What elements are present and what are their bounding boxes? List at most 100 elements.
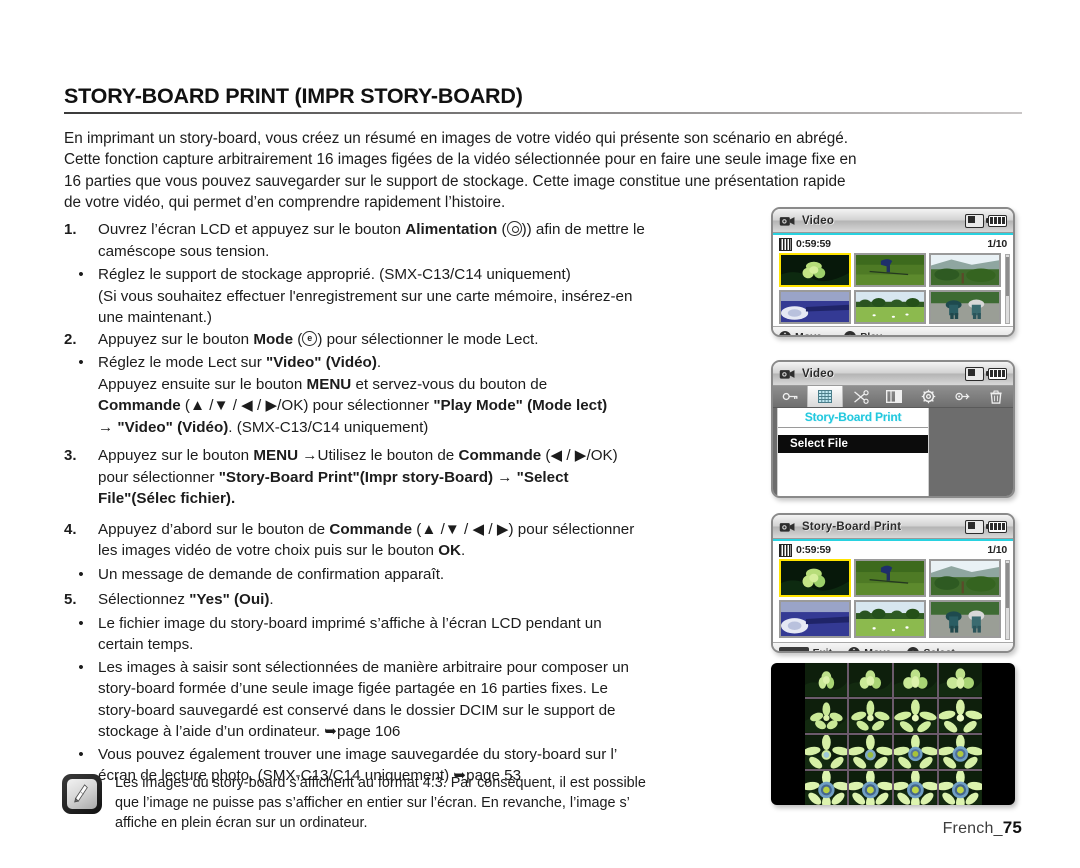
intro-line-3: 16 parties que vous pouvez sauvegarder s…: [64, 172, 846, 190]
footer-page-number: 75: [1002, 818, 1022, 837]
power-button-icon: [506, 221, 522, 236]
step-5-c: .: [269, 591, 274, 608]
thumbnail-5[interactable]: [854, 600, 926, 638]
step-1-body: Ouvrez l’écran LCD et appuyez sur le bou…: [98, 219, 770, 262]
step-1-text-a: Ouvrez l’écran LCD et appuyez sur le bou…: [98, 221, 406, 238]
story-board-cell: [849, 663, 892, 697]
story-board-grid: [804, 663, 982, 805]
step-1-text-c: caméscope sous tension.: [98, 242, 270, 260]
step-3-l2-a: pour sélectionner: [98, 468, 219, 486]
screen3-action-exit[interactable]: MENU Exit: [779, 647, 833, 653]
screen1-action-play[interactable]: Play: [844, 331, 882, 335]
mode-button-glyph-wrap: (e): [297, 330, 323, 348]
trash-icon: [990, 390, 1002, 404]
tab-cut[interactable]: [843, 386, 877, 407]
ok-button-icon: [844, 331, 857, 335]
story-board-cell: [849, 735, 892, 769]
bullet-icon: •: [78, 658, 84, 676]
step-2-sub-l1-a: Réglez le mode Lect sur: [98, 354, 266, 371]
thumbnail-5[interactable]: [854, 290, 926, 324]
thumbnail-2[interactable]: [854, 559, 926, 597]
step-4-sub-1: • Un message de demande de confirmation …: [64, 564, 770, 586]
step-5-sub-1: • Le fichier image du story-board imprim…: [64, 613, 770, 656]
step-2-sub-l2-a: Appuyez ensuite sur le bouton: [98, 375, 307, 393]
step-4-sub-1-text: Un message de demande de confirmation ap…: [98, 565, 445, 583]
tab-divide[interactable]: [877, 386, 911, 407]
step-2-sub-l3-a: Commande: [98, 397, 181, 414]
menu-button-icon: MENU: [779, 647, 809, 651]
step-4-body: Appuyez d’abord sur le bouton de Command…: [98, 519, 770, 562]
story-board-cell: [804, 699, 848, 733]
step-4-l2-a: les images vidéo de votre choix puis sur…: [98, 542, 439, 559]
step-3-number: 3.: [64, 447, 77, 464]
step-5-sub-2: • Les images à saisir sont sélectionnées…: [64, 657, 770, 743]
screen3-select-label: Select: [923, 647, 956, 653]
story-board-cell: [804, 663, 848, 697]
step-5-sub2-l3: story-board sauvegardé est conservé dans…: [98, 701, 616, 719]
screen1-scrollbar[interactable]: [1005, 254, 1010, 324]
memory-card-icon: [965, 366, 984, 381]
step-1: 1. Ouvrez l’écran LCD et appuyez sur le …: [64, 219, 770, 262]
screen1-titlebar: Video: [773, 209, 1013, 233]
thumbnail-4[interactable]: [779, 600, 851, 638]
note-line-3: affiche en plein écran sur un ordinateur…: [115, 815, 368, 832]
step-5-sub3-l1: Vous pouvez également trouver une image …: [98, 745, 618, 763]
step-4-l1-c: (▲ /▼ / ◀ / ▶) pour sélectionner: [412, 520, 635, 538]
thumbnail-2[interactable]: [854, 253, 926, 287]
screen1-counter: 1/10: [987, 238, 1007, 250]
story-board-cell: [804, 771, 848, 805]
step-3-l1-b: MENU: [253, 447, 299, 464]
tab-delete[interactable]: [979, 386, 1013, 407]
step-2: 2. Appuyez sur le bouton Mode (e) pour s…: [64, 329, 770, 351]
thumbnail-1[interactable]: [779, 559, 851, 597]
tab-storyboard-print[interactable]: [807, 386, 843, 407]
share-icon: [954, 392, 970, 401]
intro-paragraph: En imprimant un story-board, vous créez …: [64, 128, 1024, 213]
step-5-sub2-l1: Les images à saisir sont sélectionnées d…: [98, 658, 629, 676]
step-3-l1-a: Appuyez sur le bouton: [98, 447, 254, 464]
thumbnail-1[interactable]: [779, 253, 851, 287]
tab-share[interactable]: [945, 386, 979, 407]
screen3-body: 0:59:59 1/10: [773, 541, 1013, 642]
step-1-sub-line-2: (Si vous souhaitez effectuer l'enregistr…: [98, 287, 633, 305]
thumbnail-3[interactable]: [929, 559, 1001, 597]
thumbnail-6[interactable]: [929, 600, 1001, 638]
step-1-bold-power: Alimentation: [405, 221, 498, 238]
memory-card-icon: [965, 213, 984, 228]
story-board-result-image: [771, 663, 1015, 805]
screen-menu-storyboard: Video Story-Board Print Select File: [771, 360, 1015, 498]
thumbnail-3[interactable]: [929, 253, 1001, 287]
tab-settings[interactable]: [911, 386, 945, 407]
battery-icon: [985, 520, 1007, 533]
screen3-scrollbar[interactable]: [1005, 560, 1010, 640]
screen3-action-select[interactable]: Select: [907, 647, 956, 653]
thumbnail-6[interactable]: [929, 290, 1001, 324]
screen3-exit-label: Exit: [812, 647, 833, 653]
step-4-l2-c: .: [461, 542, 466, 559]
thumbnail-4[interactable]: [779, 290, 851, 324]
step-1-sub-line-3: une maintenant.): [98, 309, 212, 326]
story-board-cell: [938, 699, 982, 733]
intro-line-2: Cette fonction capture arbitrairement 16…: [64, 151, 857, 169]
battery-icon: [985, 214, 1007, 227]
step-1-sub-1: • Réglez le support de stockage appropri…: [64, 264, 770, 329]
screen3-infobar: 0:59:59 1/10: [773, 541, 1013, 558]
screen2-menu-panel: Story-Board Print Select File: [777, 408, 929, 496]
screen3-thumbnail-grid: [773, 558, 1013, 642]
menu-item-select-file[interactable]: Select File: [778, 435, 928, 453]
screen-video-thumbnails: Video 0:59:59 1/10 Move Play: [771, 207, 1015, 337]
bullet-icon: •: [78, 266, 84, 283]
tab-protect[interactable]: [773, 386, 807, 407]
screen3-action-move[interactable]: Move: [848, 647, 891, 651]
step-2-text-b: pour sélectionner le mode Lect.: [322, 330, 539, 348]
video-format-icon: [779, 543, 792, 557]
screen2-title: Video: [802, 367, 835, 380]
screen1-thumbnail-grid: [773, 252, 1013, 326]
screen1-action-move[interactable]: Move: [779, 331, 822, 335]
bullet-icon: •: [78, 614, 84, 632]
step-5: 5. Sélectionnez "Yes" (Oui).: [64, 589, 770, 611]
story-board-cell: [894, 663, 937, 697]
step-3-body: Appuyez sur le bouton MENU →Utilisez le …: [98, 445, 770, 510]
step-2-text-a: Appuyez sur le bouton: [98, 330, 254, 348]
story-board-cell: [894, 699, 937, 733]
